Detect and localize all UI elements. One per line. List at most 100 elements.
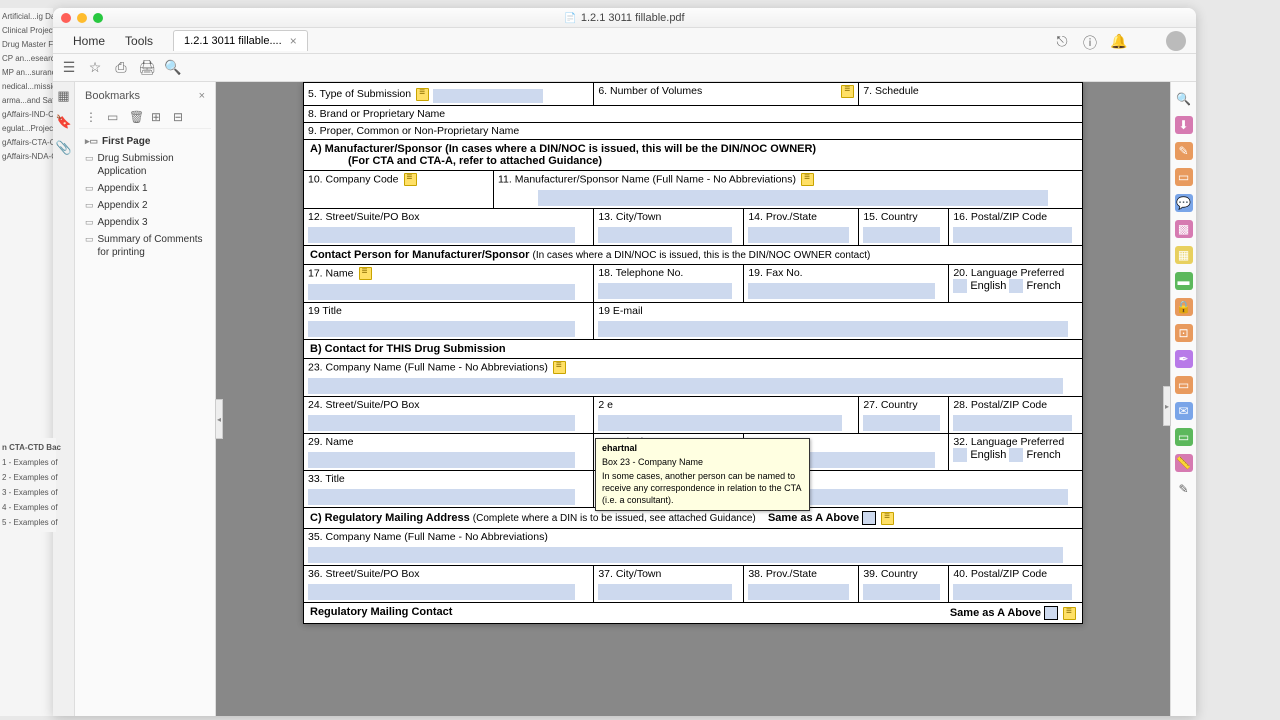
field-5-label: 5. Type of Submission	[308, 88, 411, 100]
note-icon[interactable]	[359, 267, 372, 280]
field-13-input[interactable]	[598, 227, 732, 243]
sidebar-toggle-icon[interactable]: ☰	[61, 60, 77, 76]
french-checkbox[interactable]	[1009, 279, 1023, 293]
field-29-input[interactable]	[308, 452, 575, 468]
field-19-input[interactable]	[748, 283, 934, 299]
field-15-input[interactable]	[863, 227, 940, 243]
note-icon[interactable]	[1063, 607, 1076, 620]
field-18-input[interactable]	[598, 283, 732, 299]
apps-grid-icon[interactable]	[1138, 33, 1154, 49]
bookmark-item[interactable]: ▸▭First Page	[81, 133, 209, 150]
measure-tool-icon[interactable]: 📏	[1175, 454, 1193, 472]
same-as-a-checkbox-2[interactable]	[1044, 606, 1058, 620]
redact-tool-icon[interactable]: ▬	[1175, 272, 1193, 290]
prepare-tool-icon[interactable]: ▭	[1175, 376, 1193, 394]
note-icon[interactable]	[404, 173, 417, 186]
english-checkbox-2[interactable]	[953, 448, 967, 462]
edit-tool-icon[interactable]: ▭	[1175, 168, 1193, 186]
sticky-note-tooltip: ehartnal Box 23 - Company Name In some c…	[595, 438, 810, 511]
create-tool-icon[interactable]: ✎	[1175, 142, 1193, 160]
compress-tool-icon[interactable]: ⊡	[1175, 324, 1193, 342]
bookmark-item[interactable]: ▭Appendix 2	[81, 197, 209, 214]
tools-tab[interactable]: Tools	[115, 34, 163, 48]
field-35-input[interactable]	[308, 547, 1063, 563]
bookmark-item[interactable]: ▭Appendix 3	[81, 214, 209, 231]
field-24-input[interactable]	[308, 415, 575, 431]
bm-options-icon[interactable]: ⋮	[85, 110, 99, 124]
export-tool-icon[interactable]: ⬇	[1175, 116, 1193, 134]
search-icon[interactable]: 🔍	[165, 60, 181, 76]
minimize-window-button[interactable]	[77, 13, 87, 23]
bookmark-item[interactable]: ▭Summary of Comments for printing	[81, 231, 209, 261]
bookmark-icon[interactable]: ☆	[87, 60, 103, 76]
bm-new-icon[interactable]: ▭	[107, 110, 121, 124]
comment-tool-icon[interactable]: 💬	[1175, 194, 1193, 212]
combine-tool-icon[interactable]: ▩	[1175, 220, 1193, 238]
bookmark-item[interactable]: ▭Drug Submission Application	[81, 150, 209, 180]
field-6-label: 6. Number of Volumes	[598, 85, 702, 97]
close-window-button[interactable]	[61, 13, 71, 23]
note-icon[interactable]	[881, 512, 894, 525]
bm-expand-icon[interactable]: ⊞	[151, 110, 165, 124]
english-checkbox[interactable]	[953, 279, 967, 293]
account-icon[interactable]	[1166, 31, 1186, 51]
field-27-input[interactable]	[863, 415, 940, 431]
organize-tool-icon[interactable]: ▦	[1175, 246, 1193, 264]
field-39-input[interactable]	[863, 584, 940, 600]
note-icon[interactable]	[841, 85, 854, 98]
field-38-input[interactable]	[748, 584, 849, 600]
right-toolbar: 🔍 ⬇ ✎ ▭ 💬 ▩ ▦ ▬ 🔒 ⊡ ✒ ▭ ✉ ▭ 📏 ✎ ▸	[1170, 82, 1196, 716]
bookmarks-tab-icon[interactable]: 🔖	[56, 114, 72, 130]
maximize-window-button[interactable]	[93, 13, 103, 23]
field-12-input[interactable]	[308, 227, 575, 243]
field-19e-input[interactable]	[598, 321, 1068, 337]
field-36-input[interactable]	[308, 584, 575, 600]
note-icon[interactable]	[416, 88, 429, 101]
thumbnails-tab-icon[interactable]: ▦	[56, 88, 72, 104]
field-16-input[interactable]	[953, 227, 1071, 243]
field-5-input[interactable]	[433, 89, 543, 103]
close-panel-icon[interactable]: ×	[199, 90, 205, 102]
bm-collapse-icon[interactable]: ⊟	[173, 110, 187, 124]
notifications-icon[interactable]: 🔔	[1110, 33, 1126, 49]
document-tab[interactable]: 1.2.1 3011 fillable.... ×	[173, 30, 308, 51]
bm-delete-icon[interactable]: 🗑	[129, 110, 143, 124]
field-37-input[interactable]	[598, 584, 732, 600]
field-19t-label: 19 Title	[308, 305, 342, 317]
more-tools-icon[interactable]: ✎	[1175, 480, 1193, 498]
bookmark-item[interactable]: ▭Appendix 1	[81, 180, 209, 197]
french-checkbox-2[interactable]	[1009, 448, 1023, 462]
field-28-input[interactable]	[953, 415, 1071, 431]
stamp-tool-icon[interactable]: ▭	[1175, 428, 1193, 446]
attachments-tab-icon[interactable]: 📎	[56, 140, 72, 156]
field-19-label: 19. Fax No.	[748, 267, 802, 279]
protect-tool-icon[interactable]: 🔒	[1175, 298, 1193, 316]
window-title: 1.2.1 3011 fillable.pdf	[53, 12, 1196, 24]
fill-sign-tool-icon[interactable]: ✒	[1175, 350, 1193, 368]
close-tab-icon[interactable]: ×	[290, 34, 297, 48]
search-tool-icon[interactable]: 🔍	[1175, 90, 1193, 108]
field-11-input[interactable]	[538, 190, 1048, 206]
document-viewport[interactable]: 5. Type of Submission 6. Number of Volum…	[216, 82, 1170, 716]
file-toolbar: ☰ ☆ ⎙ 🖨 🔍	[53, 54, 1196, 82]
help-icon[interactable]: ⓘ	[1082, 33, 1098, 49]
field-40-input[interactable]	[953, 584, 1071, 600]
field-19t-input[interactable]	[308, 321, 575, 337]
save-icon[interactable]: ⎙	[113, 60, 129, 76]
left-sidebar: ▦ 🔖 📎 Bookmarks × ⋮ ▭ 🗑 ⊞ ⊟ ▸▭First Page…	[53, 82, 216, 716]
collapse-right-handle[interactable]: ▸	[1163, 386, 1171, 426]
same-as-a-checkbox[interactable]	[862, 511, 876, 525]
note-icon-23[interactable]	[553, 361, 566, 374]
home-tab[interactable]: Home	[63, 34, 115, 48]
field-35-label: 35. Company Name (Full Name - No Abbrevi…	[308, 531, 548, 543]
share-icon[interactable]: ⎋	[1054, 33, 1070, 49]
send-tool-icon[interactable]: ✉	[1175, 402, 1193, 420]
print-icon[interactable]: 🖨	[139, 60, 155, 76]
collapse-left-handle[interactable]: ◂	[215, 399, 223, 439]
field-17-input[interactable]	[308, 284, 575, 300]
field-14-input[interactable]	[748, 227, 849, 243]
field-33-input[interactable]	[308, 489, 575, 505]
note-icon[interactable]	[801, 173, 814, 186]
field-23-input[interactable]	[308, 378, 1063, 394]
field-25-input[interactable]	[598, 415, 841, 431]
